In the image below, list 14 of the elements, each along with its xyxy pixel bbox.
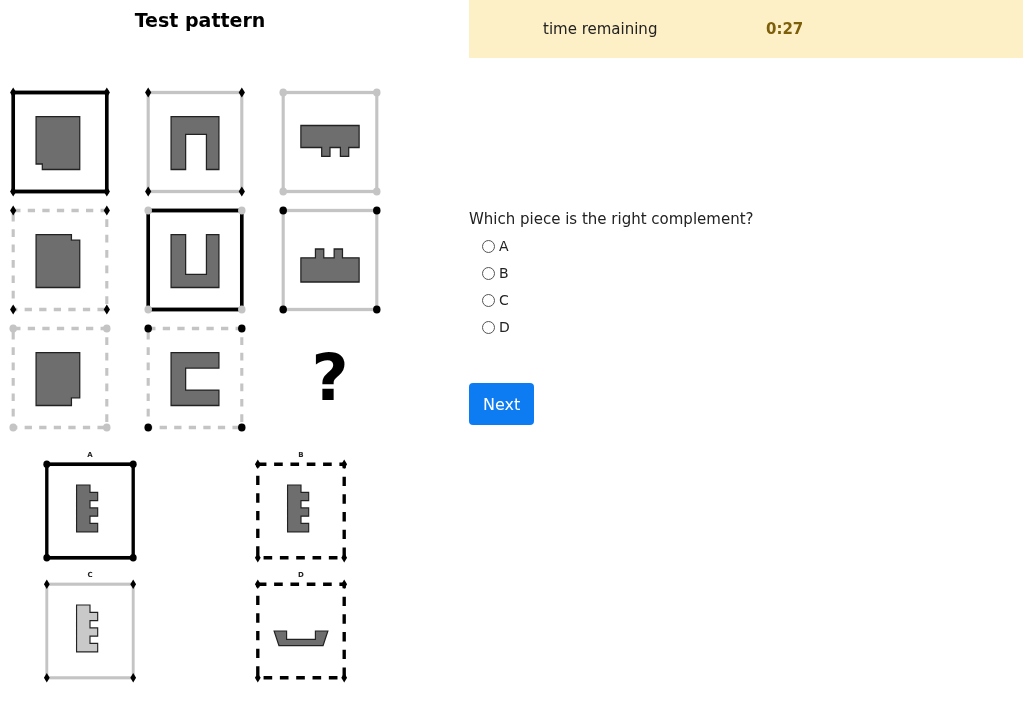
next-button[interactable]: Next [469, 383, 535, 425]
question-text: Which piece is the right complement? [469, 210, 755, 228]
radio-button[interactable] [482, 239, 495, 253]
question-mark: ? [311, 346, 349, 410]
page-title: Test pattern [133, 8, 267, 33]
radio-button[interactable] [482, 320, 495, 334]
answer-label: D [499, 319, 510, 335]
timer-label: time remaining [543, 20, 659, 38]
radio-button[interactable] [482, 266, 495, 280]
answer-label: A [499, 238, 509, 254]
answer-label: B [499, 265, 509, 281]
radio-button[interactable] [482, 293, 495, 307]
timer-value: 0:27 [766, 20, 804, 38]
answer-label: C [499, 292, 509, 308]
